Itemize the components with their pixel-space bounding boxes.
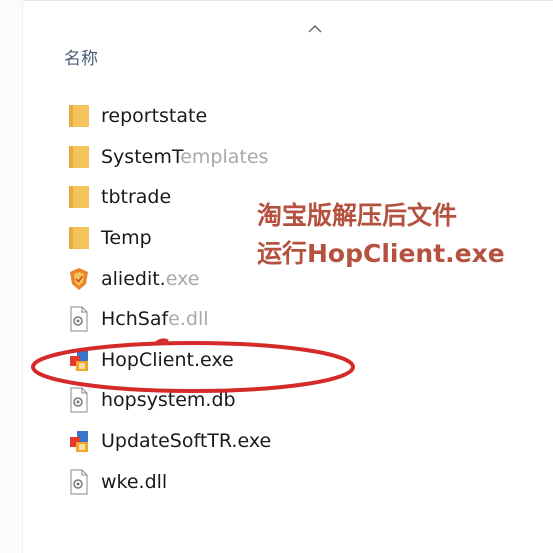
folder-icon (68, 144, 90, 170)
annotation-line-2: 运行HopClient.exe (257, 239, 505, 268)
sort-chevron-up-icon[interactable] (306, 22, 324, 34)
file-name: HopClient.exe (101, 348, 234, 371)
file-row[interactable]: reportstate (68, 96, 398, 137)
name-column-header[interactable]: 名称 (64, 44, 98, 69)
annotation-line-1: 淘宝版解压后文件 (257, 201, 458, 230)
folder-icon (68, 184, 90, 210)
file-name: SystemTemplates (101, 145, 269, 168)
file-row[interactable]: SystemTemplates (68, 137, 398, 178)
folder-icon (68, 225, 90, 251)
file-name: Temp (101, 227, 152, 250)
file-row-hopclient[interactable]: HopClient.exe (68, 340, 398, 381)
file-row[interactable]: HchSafe.dll (68, 299, 398, 340)
app-exe-icon (68, 428, 90, 454)
file-name: reportstate (101, 105, 208, 128)
dll-file-icon (68, 306, 90, 332)
file-name: HchSafe.dll (101, 308, 209, 331)
file-row[interactable]: UpdateSoftTR.exe (68, 421, 398, 462)
file-name: UpdateSoftTR.exe (101, 430, 272, 453)
top-border (0, 0, 553, 1)
file-row[interactable]: hopsystem.db (68, 380, 398, 421)
file-row[interactable]: wke.dll (68, 461, 398, 502)
annotation-text: 淘宝版解压后文件 运行HopClient.exe (257, 197, 505, 273)
file-name: wke.dll (101, 470, 168, 493)
app-exe-icon (68, 347, 90, 373)
file-list: reportstate SystemTemplates tbtrade Temp… (68, 96, 398, 502)
navigation-pane[interactable] (0, 0, 23, 553)
folder-icon (68, 103, 90, 129)
dll-file-icon (68, 469, 90, 495)
file-name: tbtrade (101, 186, 172, 209)
shield-app-icon (68, 266, 90, 292)
file-name: hopsystem.db (101, 389, 236, 412)
file-name: aliedit.exe (101, 267, 200, 290)
db-file-icon (68, 387, 90, 413)
